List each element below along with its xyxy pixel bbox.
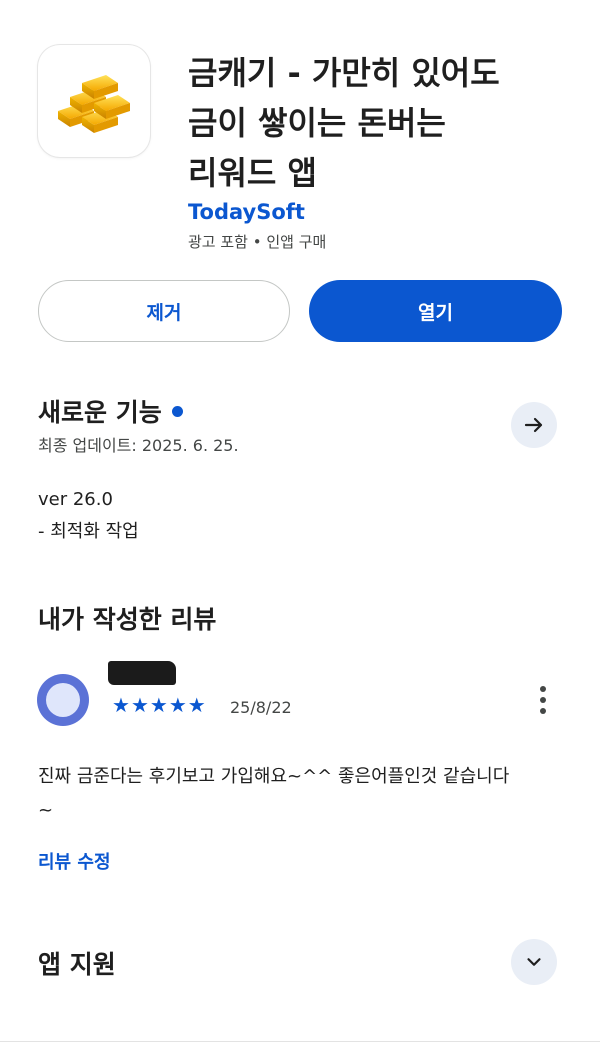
last-updated-date: 최종 업데이트: 2025. 6. 25. — [38, 436, 239, 455]
release-version: ver 26.0 — [38, 489, 113, 510]
edit-review-link[interactable]: 리뷰 수정 — [38, 848, 111, 874]
app-support-expand-button[interactable] — [511, 939, 557, 985]
star-icon: ★ — [112, 693, 130, 717]
more-options-icon[interactable] — [532, 686, 554, 714]
developer-link[interactable]: TodaySoft — [188, 200, 305, 224]
chevron-down-icon — [527, 958, 541, 966]
uninstall-button[interactable]: 제거 — [38, 280, 290, 342]
avatar — [37, 674, 89, 726]
release-note-item: - 최적화 작업 — [38, 521, 139, 542]
app-meta-info: 광고 포함 • 인앱 구매 — [188, 233, 327, 251]
redacted-reviewer-name — [108, 661, 176, 685]
whats-new-expand-button[interactable] — [511, 402, 557, 448]
star-icon: ★ — [130, 693, 149, 717]
star-icon: ★ — [168, 693, 187, 717]
arrow-right-icon — [524, 417, 543, 433]
gold-bars-icon — [58, 75, 130, 133]
bottom-divider — [0, 1041, 600, 1042]
whats-new-header[interactable]: 새로운 기능 — [38, 393, 183, 429]
open-button-label: 열기 — [418, 301, 453, 324]
star-rating: ★ ★ ★ ★ ★ — [112, 693, 206, 717]
review-date: 25/8/22 — [230, 698, 292, 717]
app-title: 금캐기 - 가만히 있어도 금이 쌓이는 돈버는 리워드 앱 — [188, 54, 500, 192]
whats-new-title: 새로운 기능 — [38, 398, 162, 427]
release-notes: ver 26.0 - 최적화 작업 — [38, 484, 139, 548]
my-review-title: 내가 작성한 리뷰 — [38, 605, 217, 634]
review-text: 진짜 금준다는 후기보고 가입해요~^^ 좋은어플인것 같습니다~ — [38, 766, 510, 821]
app-support-title[interactable]: 앱 지원 — [38, 945, 116, 981]
uninstall-button-label: 제거 — [146, 301, 182, 324]
star-icon: ★ — [149, 693, 168, 717]
star-icon: ★ — [187, 693, 206, 717]
app-icon — [38, 45, 150, 157]
avatar-image — [46, 683, 80, 717]
new-indicator-dot — [171, 405, 183, 417]
open-button[interactable]: 열기 — [309, 280, 562, 342]
